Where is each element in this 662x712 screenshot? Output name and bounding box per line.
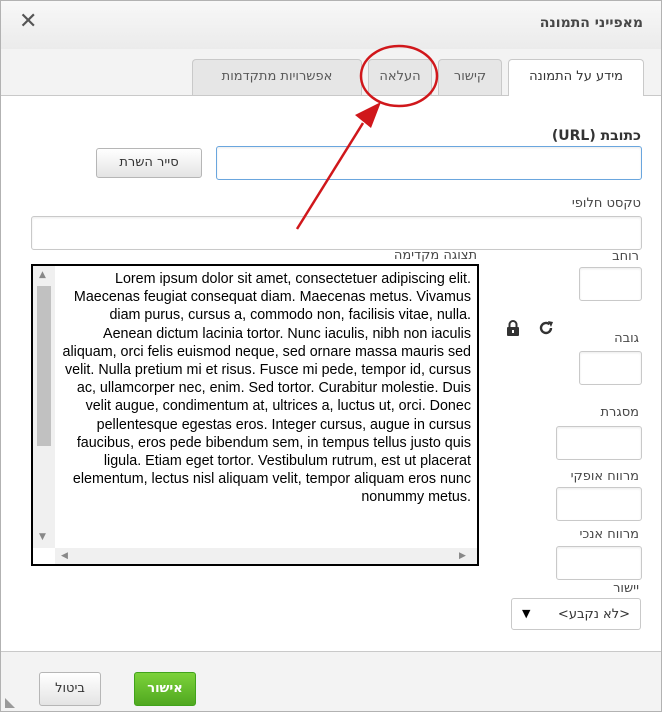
- image-properties-dialog: מאפייני התמונה ✕ מידע על התמונה קישור הע…: [0, 0, 662, 712]
- border-label: מסגרת: [600, 405, 639, 420]
- lock-icon[interactable]: [506, 320, 520, 340]
- border-input[interactable]: [556, 426, 642, 460]
- url-input[interactable]: [216, 146, 642, 180]
- tabs-bar: מידע על התמונה קישור העלאה אפשרויות מתקד…: [1, 49, 661, 96]
- dialog-title: מאפייני התמונה: [539, 15, 643, 31]
- tab-image-info[interactable]: מידע על התמונה: [508, 59, 644, 96]
- ok-button[interactable]: אישור: [134, 672, 196, 706]
- cancel-button[interactable]: ביטול: [39, 672, 101, 706]
- browse-server-button[interactable]: סייר השרת: [96, 148, 202, 178]
- width-label: רוחב: [612, 249, 639, 264]
- scroll-left-icon[interactable]: ◀: [61, 551, 68, 561]
- align-select-value: <לא נקבע>: [557, 607, 630, 622]
- align-label: יישור: [613, 581, 639, 596]
- alt-text-label: טקסט חלופי: [571, 196, 641, 211]
- vspace-label: מרווח אנכי: [579, 527, 639, 542]
- tab-upload[interactable]: העלאה: [368, 59, 432, 95]
- url-label: כתובת (URL): [551, 128, 641, 144]
- preview-horizontal-scrollbar[interactable]: ◀ ▶: [55, 548, 477, 564]
- preview-vertical-scrollbar[interactable]: ▲ ▼: [33, 266, 55, 548]
- lock-icon-svg: [507, 320, 519, 336]
- scroll-thumb[interactable]: [37, 286, 51, 446]
- dialog-footer: אישור ביטול: [1, 651, 661, 711]
- preview-box: Lorem ipsum dolor sit amet, consectetuer…: [31, 264, 479, 566]
- preview-label: תצוגה מקדימה: [393, 248, 477, 263]
- dialog-titlebar[interactable]: מאפייני התמונה ✕: [1, 1, 661, 50]
- tab-link[interactable]: קישור: [438, 59, 502, 95]
- refresh-icon[interactable]: [538, 320, 554, 340]
- tab-content: כתובת (URL) סייר השרת טקסט חלופי תצוגה מ…: [1, 96, 661, 651]
- scroll-up-icon[interactable]: ▲: [39, 270, 46, 280]
- tab-advanced[interactable]: אפשרויות מתקדמות: [192, 59, 362, 95]
- alt-text-input[interactable]: [31, 216, 642, 250]
- width-input[interactable]: [579, 267, 642, 301]
- chevron-down-icon: ▼: [522, 607, 531, 620]
- scroll-down-icon[interactable]: ▼: [39, 532, 46, 542]
- hspace-input[interactable]: [556, 487, 642, 521]
- preview-text: Lorem ipsum dolor sit amet, consectetuer…: [62, 271, 471, 506]
- vspace-input[interactable]: [556, 546, 642, 580]
- height-label: גובה: [614, 331, 639, 346]
- height-input[interactable]: [579, 351, 642, 385]
- align-select[interactable]: <לא נקבע> ▼: [511, 598, 641, 630]
- resize-handle-icon[interactable]: [5, 698, 15, 708]
- hspace-label: מרווח אופקי: [570, 469, 639, 484]
- scroll-right-icon[interactable]: ▶: [459, 551, 466, 561]
- close-icon[interactable]: ✕: [19, 11, 37, 33]
- refresh-icon-svg: [539, 321, 553, 335]
